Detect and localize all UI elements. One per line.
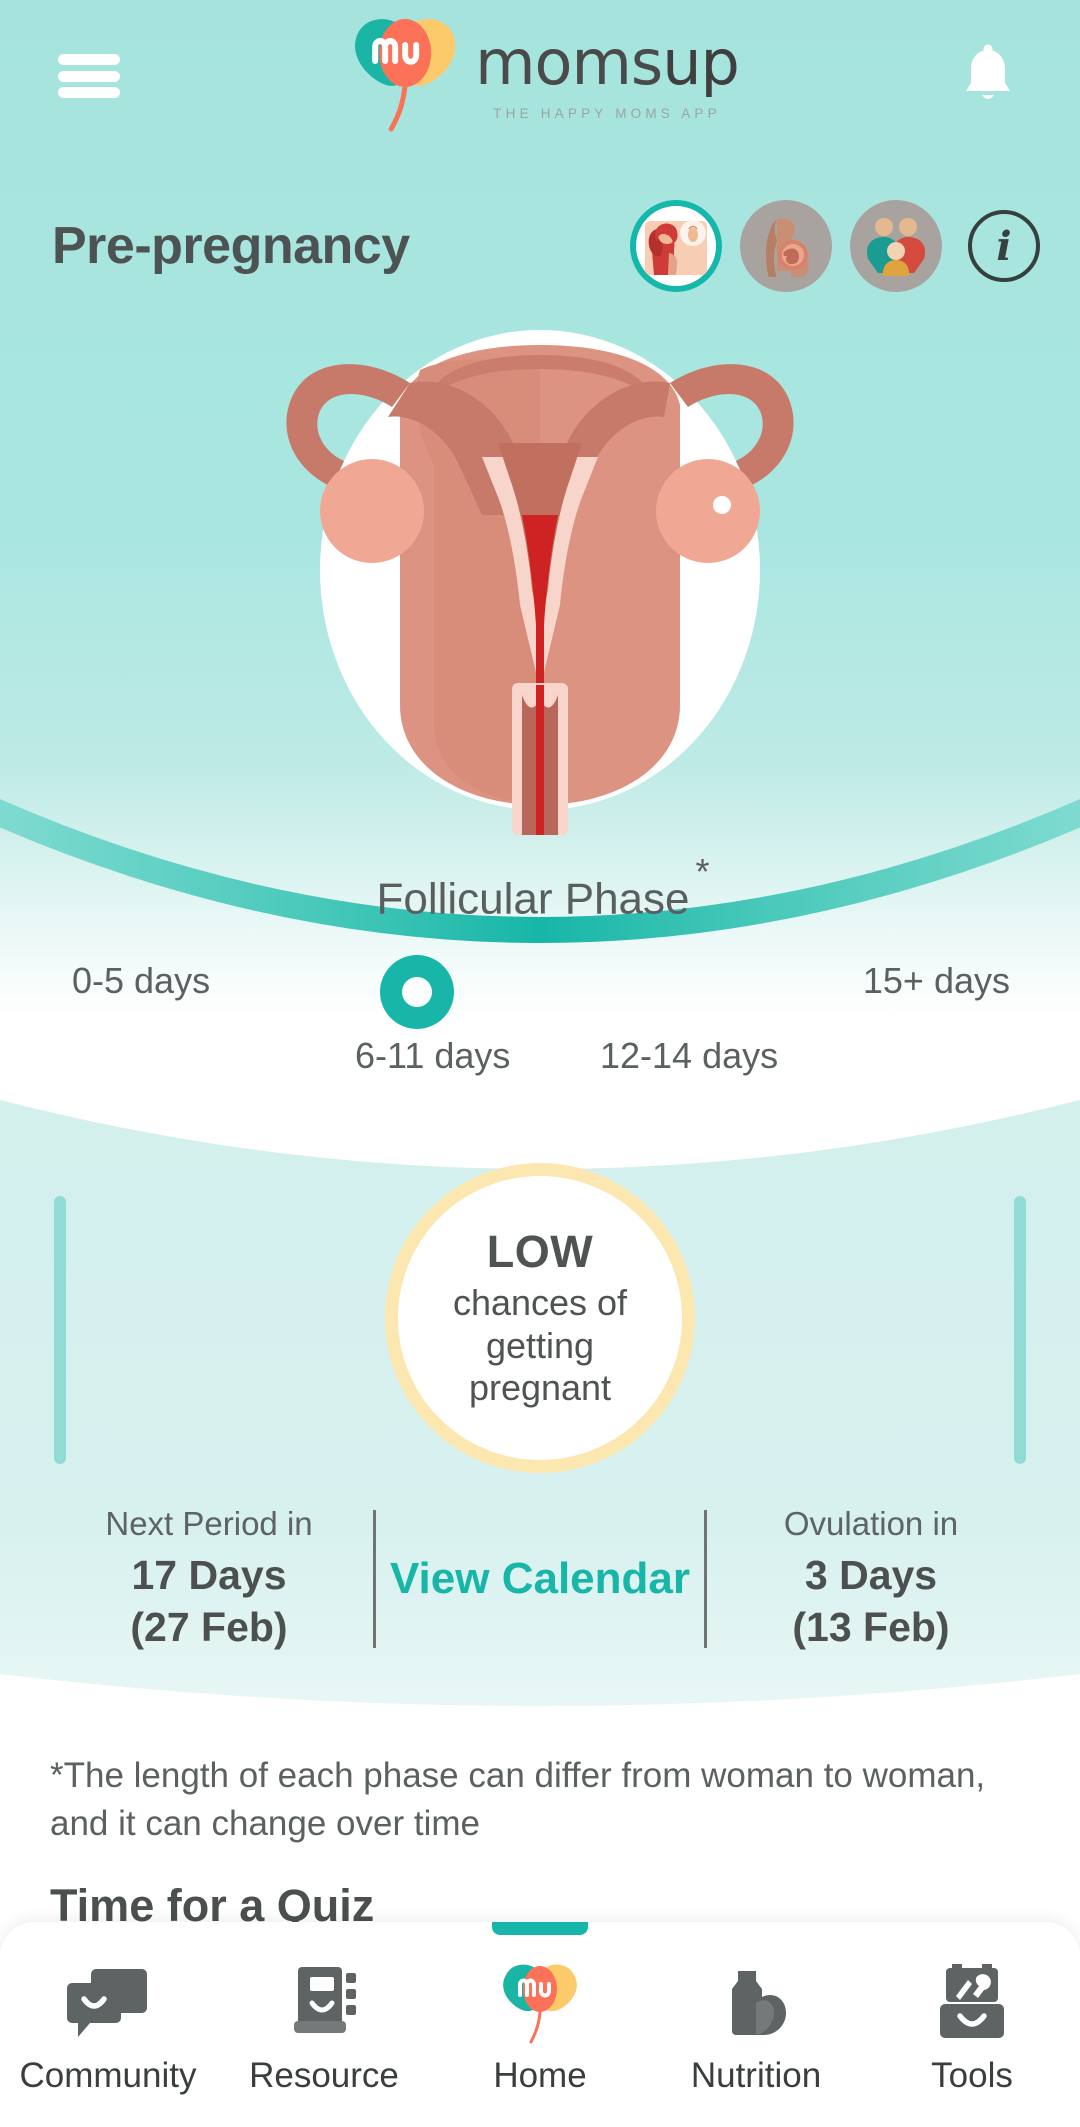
logo-tagline: THE HAPPY MOMS APP: [493, 105, 721, 121]
next-period-stat: Next Period in 17 Days (27 Feb): [59, 1505, 359, 1654]
app-logo: momsup THE HAPPY MOMS APP: [341, 10, 740, 138]
nav-label-nutrition: Nutrition: [690, 2056, 822, 2095]
hamburger-bar: [58, 54, 120, 65]
momsup-logo-icon: [341, 11, 469, 137]
nav-item-home[interactable]: Home: [440, 1922, 640, 2096]
chat-bubbles-icon: [66, 1960, 150, 2046]
stage-selector-row: Pre-pregnancy i: [0, 200, 1080, 310]
hamburger-bar: [58, 70, 120, 82]
logo-wordmark: momsup: [475, 31, 740, 94]
phase-footnote: *The length of each phase can differ fro…: [50, 1756, 986, 1843]
pregnancy-chance-badge: LOW chances of getting pregnant: [385, 1163, 695, 1473]
ovulation-days: 3 Days: [804, 1552, 938, 1598]
phase-label-15-plus: 15+ days: [862, 960, 1010, 1001]
next-period-days: 17 Days: [131, 1552, 287, 1598]
bottom-navigation-bar: Community Resource Home Nutrition Tools: [0, 1922, 1080, 2127]
phase-asterisk: *: [695, 851, 710, 892]
stage-button-parenting[interactable]: [850, 200, 942, 292]
card-accent-bar-left: [54, 1196, 66, 1464]
phase-label-6-11-days: 6-11 days: [355, 1035, 511, 1076]
phase-name-text: Follicular Phase: [376, 874, 690, 924]
nav-label-home: Home: [493, 2056, 587, 2095]
phase-name: Follicular Phase*: [0, 851, 1080, 925]
book-icon: [284, 1960, 364, 2046]
nav-label-resource: Resource: [249, 2056, 399, 2095]
stage-icon-group: i: [630, 200, 1040, 292]
nav-label-community: Community: [19, 2056, 197, 2095]
milk-food-icon: [716, 1960, 796, 2046]
app-header: momsup THE HAPPY MOMS APP: [0, 0, 1080, 150]
ovulation-date: (13 Feb): [792, 1604, 950, 1651]
chance-description-line-1: chances of: [452, 1282, 628, 1324]
stage-button-pre-pregnancy[interactable]: [630, 200, 722, 292]
chance-description-line-2: getting: [485, 1324, 595, 1366]
phase-label-0-5-days: 0-5 days: [72, 960, 211, 1001]
nav-active-indicator: [492, 1922, 588, 1935]
notification-bell-icon[interactable]: [958, 44, 1018, 110]
view-calendar-link[interactable]: View Calendar: [390, 1554, 690, 1604]
card-accent-bar-right: [1014, 1196, 1026, 1464]
toolbox-icon: [932, 1960, 1012, 2046]
cycle-stats-row: Next Period in 17 Days (27 Feb) View Cal…: [0, 1505, 1080, 1654]
nav-item-tools[interactable]: Tools: [872, 1960, 1072, 2096]
cycle-slider-knob[interactable]: [380, 955, 454, 1029]
chance-description-line-3: pregnant: [468, 1367, 612, 1409]
stage-button-pregnancy[interactable]: [740, 200, 832, 292]
info-icon-glyph: i: [996, 222, 1012, 270]
phase-label-12-14-days: 12-14 days: [600, 1035, 779, 1076]
uterus-illustration: [260, 315, 820, 835]
next-period-value: 17 Days (27 Feb): [59, 1549, 359, 1654]
info-icon[interactable]: i: [968, 210, 1040, 282]
logo-word-up: up: [662, 25, 740, 99]
logo-word-moms: moms: [475, 25, 663, 99]
ovulation-label: Ovulation in: [783, 1505, 959, 1542]
ovulation-stat: Ovulation in 3 Days (13 Feb): [721, 1505, 1021, 1654]
next-period-date: (27 Feb): [130, 1604, 288, 1651]
hamburger-menu-icon[interactable]: [58, 48, 120, 104]
momsup-logo-icon: [497, 1960, 583, 2046]
nav-label-tools: Tools: [931, 2056, 1013, 2095]
page-title: Pre-pregnancy: [52, 217, 410, 275]
chance-description: chances of getting pregnant: [453, 1282, 627, 1409]
nav-item-nutrition[interactable]: Nutrition: [656, 1960, 856, 2096]
nav-item-community[interactable]: Community: [8, 1960, 208, 2096]
stats-divider-left: [373, 1510, 376, 1649]
knob-inner-dot: [402, 977, 432, 1007]
nav-item-resource[interactable]: Resource: [224, 1960, 424, 2096]
stats-divider-right: [704, 1510, 707, 1649]
hamburger-bar: [58, 87, 120, 98]
ovulation-value: 3 Days (13 Feb): [721, 1549, 1021, 1654]
chance-level: LOW: [486, 1226, 594, 1278]
next-period-label: Next Period in: [105, 1505, 313, 1542]
